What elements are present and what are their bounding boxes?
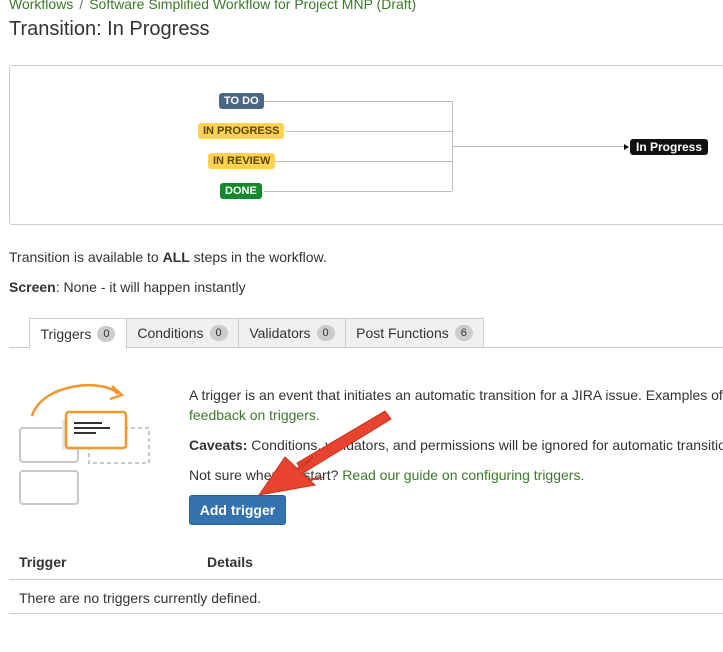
screen-text: Screen: None - it will happen instantly	[9, 279, 246, 295]
connector-line	[452, 146, 624, 147]
status-done[interactable]: DONE	[220, 183, 262, 199]
breadcrumb-workflow-link[interactable]: Software Simplified Workflow for Project…	[89, 0, 416, 12]
tab-label: Validators	[249, 325, 311, 341]
count-badge: 0	[316, 325, 335, 341]
target-status-node[interactable]: In Progress	[623, 139, 709, 155]
connector-line	[275, 161, 452, 162]
availability-pre: Transition is available to	[9, 249, 163, 265]
count-badge: 0	[97, 325, 116, 342]
connector-line	[286, 131, 452, 132]
trigger-intro-text: A trigger is an event that initiates an …	[189, 387, 723, 403]
guide-link[interactable]: Read our guide on configuring triggers.	[342, 467, 584, 483]
tab-post-functions[interactable]: Post Functions 6	[345, 318, 484, 348]
screen-value: : None - it will happen instantly	[55, 279, 246, 295]
status-in-progress[interactable]: IN PROGRESS	[198, 123, 285, 139]
tab-label: Post Functions	[356, 325, 449, 341]
availability-scope: ALL	[162, 249, 190, 265]
feedback-link[interactable]: feedback on triggers.	[189, 407, 320, 423]
trigger-illustration-icon	[19, 383, 150, 505]
column-header-details: Details	[207, 554, 253, 570]
availability-text: Transition is available to ALL steps in …	[9, 249, 327, 265]
workflow-diagram: TO DO IN PROGRESS IN REVIEW DONE In Prog…	[9, 65, 723, 225]
empty-table-message: There are no triggers currently defined.	[19, 590, 262, 606]
screen-label: Screen	[9, 279, 56, 295]
breadcrumb-workflows-link[interactable]: Workflows	[9, 0, 73, 12]
connector-line	[264, 101, 452, 102]
count-badge: 6	[454, 325, 473, 341]
count-badge: 0	[209, 325, 228, 341]
connector-line	[264, 191, 452, 192]
table-divider	[9, 613, 723, 614]
add-trigger-button[interactable]: Add trigger	[189, 495, 286, 525]
table-divider	[9, 579, 723, 580]
tab-label: Triggers	[40, 325, 92, 342]
guide-pre: Not sure where to start?	[189, 467, 343, 483]
status-in-review[interactable]: IN REVIEW	[208, 153, 276, 169]
tab-triggers[interactable]: Triggers 0	[29, 318, 127, 349]
tab-label: Conditions	[137, 325, 204, 341]
breadcrumb: Workflows / Software Simplified Workflow f…	[9, 0, 416, 12]
caveats-label: Caveats:	[189, 437, 248, 453]
tab-conditions[interactable]: Conditions 0	[126, 318, 239, 348]
guide-text: Not sure where to start? Read our guide …	[189, 467, 584, 483]
page-title: Transition: In Progress	[9, 18, 210, 40]
status-todo[interactable]: TO DO	[219, 93, 264, 109]
column-header-trigger: Trigger	[19, 554, 67, 570]
caveats-body: Conditions, validators, and permissions …	[247, 437, 723, 453]
availability-post: steps in the workflow.	[189, 249, 327, 265]
breadcrumb-separator: /	[79, 0, 84, 12]
caveats-text: Caveats: Conditions, validators, and per…	[189, 437, 723, 453]
tab-validators[interactable]: Validators 0	[238, 318, 346, 348]
